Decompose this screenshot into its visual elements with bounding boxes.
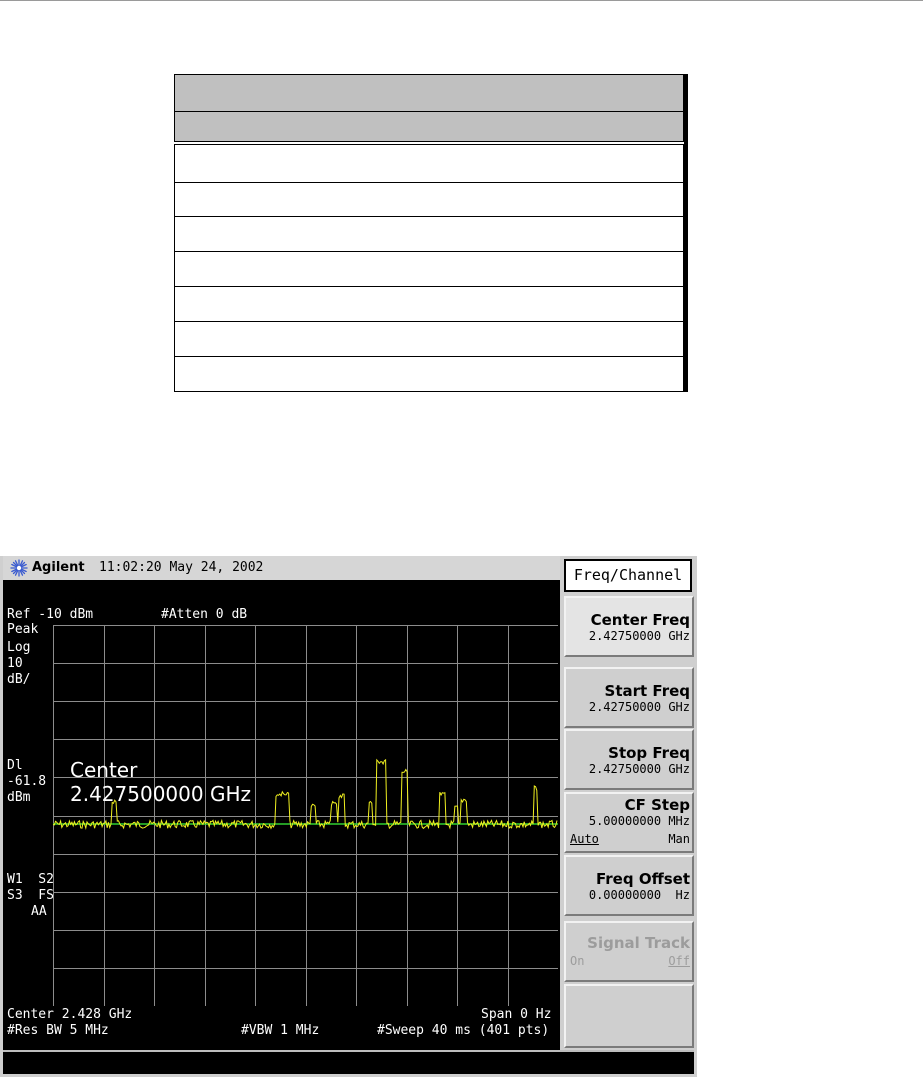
softkey-label: CF Step [624, 796, 690, 814]
scale-value: 10 [7, 656, 23, 671]
scale-unit: dB/ [7, 672, 31, 687]
popup-value: 2.427500000 GHz [70, 782, 251, 806]
cf-step-man-option: Man [668, 832, 690, 846]
table-row [174, 321, 684, 357]
spectrum-analyzer-screen: Agilent 11:02:20 May 24, 2002 Ref -10 dB… [0, 556, 697, 1077]
trace-state-line-2: S3 FS [7, 888, 54, 903]
scale-type: Log [7, 640, 31, 655]
table-row [174, 251, 684, 287]
start-freq-softkey[interactable]: Start Freq 2.42750000 GHz [564, 667, 694, 728]
menu-title: Freq/Channel [564, 559, 692, 592]
table-header-row-1 [174, 74, 684, 112]
sweep-time: #Sweep 40 ms (401 pts) [377, 1023, 550, 1038]
video-bandwidth: #VBW 1 MHz [241, 1023, 320, 1038]
table-row [174, 216, 684, 252]
freq-offset-softkey[interactable]: Freq Offset 0.00000000 Hz [564, 855, 694, 916]
blank-softkey[interactable] [564, 984, 694, 1048]
cf-step-softkey[interactable]: CF Step 5.00000000 MHz Auto Man [564, 792, 694, 853]
timestamp: 11:02:20 May 24, 2002 [99, 560, 264, 575]
graticule [53, 625, 558, 1006]
span: Span 0 Hz [481, 1007, 552, 1022]
softkey-label: Start Freq [604, 682, 690, 700]
softkey-value: 2.42750000 GHz [588, 762, 690, 776]
center-frequency-popup: Center 2.427500000 GHz [70, 758, 251, 806]
cf-step-auto-option: Auto [570, 832, 599, 846]
signal-track-softkey[interactable]: Signal Track On Off [564, 921, 694, 982]
detector-mode: Peak [7, 622, 39, 637]
trace-state-line-1: W1 S2 [7, 872, 54, 887]
empty-table [174, 74, 688, 392]
table-header-row-2 [174, 111, 684, 142]
center-frequency: Center 2.428 GHz [7, 1007, 133, 1022]
softkey-value: 2.42750000 GHz [588, 629, 690, 643]
stop-freq-softkey[interactable]: Stop Freq 2.42750000 GHz [564, 729, 694, 790]
table-row [174, 144, 684, 183]
display-line-value: -61.8 [7, 774, 47, 789]
attenuation: #Atten 0 dB [161, 607, 248, 622]
softkey-value: 0.00000000 Hz [588, 888, 690, 902]
resolution-bandwidth: #Res BW 5 MHz [7, 1023, 109, 1038]
softkey-value: 2.42750000 GHz [588, 700, 690, 714]
softkey-label: Center Freq [590, 611, 690, 629]
softkey-label: Stop Freq [608, 744, 690, 762]
softkey-label: Freq Offset [596, 870, 690, 888]
table-row [174, 182, 684, 217]
popup-title: Center [70, 758, 138, 782]
table-row [174, 286, 684, 322]
display-line-label: Dl [7, 758, 23, 773]
status-bar [3, 1050, 694, 1074]
trace-display: Ref -10 dBm #Atten 0 dB Peak Log 10 dB/ … [3, 580, 560, 1050]
softkey-label: Signal Track [587, 934, 690, 952]
agilent-spark-icon [10, 559, 28, 577]
softkey-value: 5.00000000 MHz [588, 814, 690, 828]
center-freq-softkey[interactable]: Center Freq 2.42750000 GHz [564, 596, 694, 657]
trace-state-line-3: AA [31, 904, 47, 919]
analyzer-title-bar: Agilent 11:02:20 May 24, 2002 [3, 556, 560, 580]
table-row [174, 356, 684, 392]
signal-track-off-option: Off [668, 954, 690, 968]
brand-name: Agilent [32, 560, 85, 575]
display-line-unit: dBm [7, 790, 31, 805]
table-shadow-border [684, 74, 688, 392]
ref-level: Ref -10 dBm [7, 607, 94, 622]
signal-track-on-option: On [570, 954, 585, 968]
softkey-panel: Freq/Channel Center Freq 2.42750000 GHz … [562, 556, 697, 1050]
page-top-rule [0, 0, 923, 1]
